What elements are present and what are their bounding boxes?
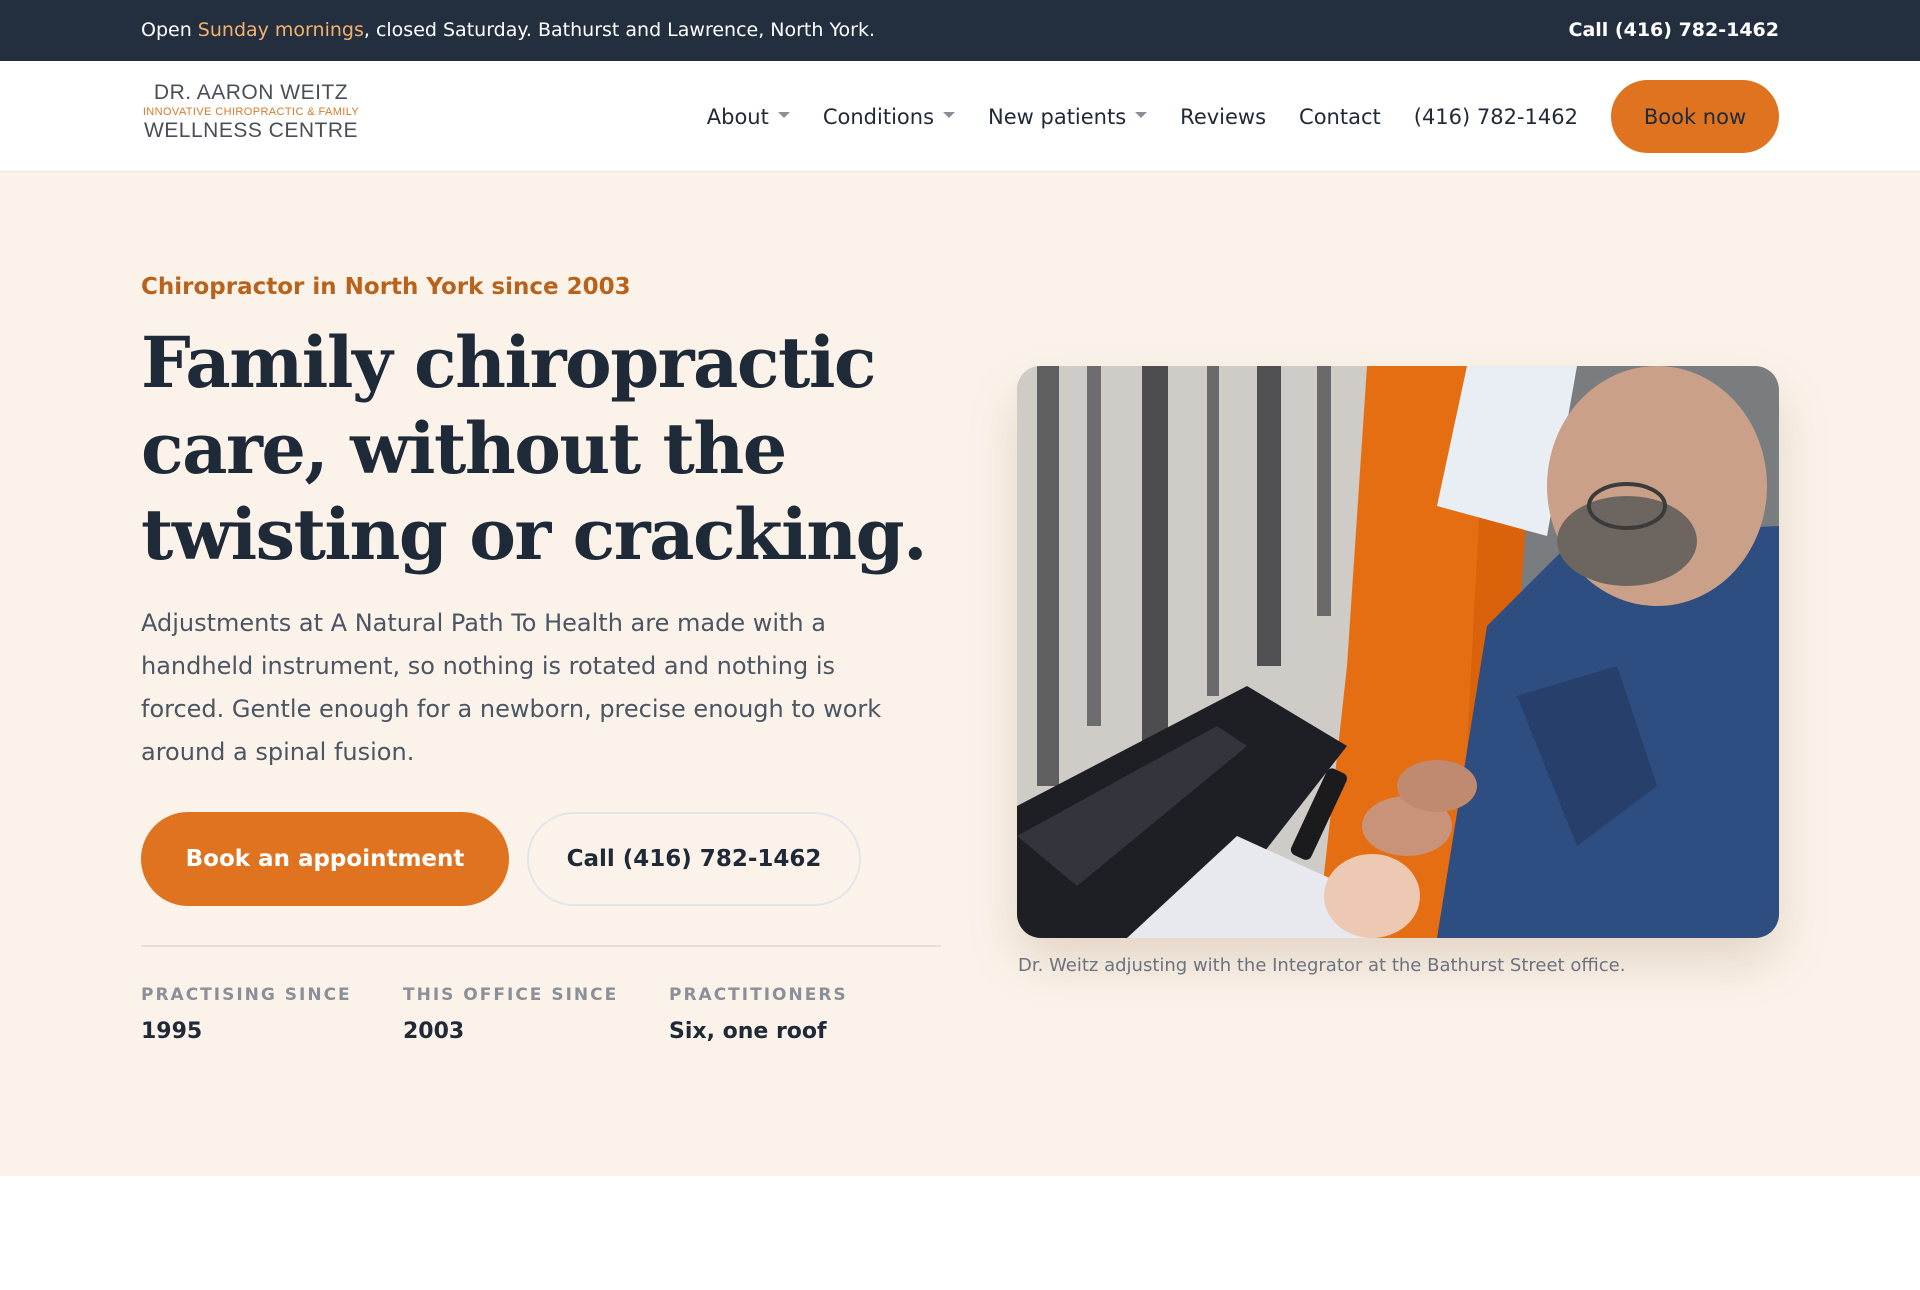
hours-notice: Open Sunday mornings, closed Saturday. B… [141, 19, 875, 41]
announcement-bar: Open Sunday mornings, closed Saturday. B… [0, 0, 1920, 61]
site-header: DR. AARON WEITZ INNOVATIVE CHIROPRACTIC … [0, 61, 1920, 172]
stat-label: THIS OFFICE SINCE [403, 985, 619, 1005]
stat-value: 1995 [141, 1019, 203, 1044]
chevron-down-icon [1135, 111, 1148, 118]
logo-subtitle: WELLNESS CENTRE [143, 119, 359, 142]
stat-value: Six, one roof [669, 1019, 827, 1044]
nav-item-new-patients[interactable]: New patients [988, 104, 1148, 129]
hero-section: Chiropractor in North York since 2003 Fa… [0, 172, 1920, 1176]
photo-caption: Dr. Weitz adjusting with the Integrator … [1018, 955, 1626, 976]
nav-item-about[interactable]: About [707, 105, 790, 129]
book-appointment-button[interactable]: Book an appointment [141, 812, 509, 906]
book-now-button[interactable]: Book now [1611, 80, 1779, 153]
stat-value: 2003 [403, 1019, 465, 1044]
stat-label: PRACTISING SINCE [141, 985, 352, 1005]
hero-lead: Adjustments at A Natural Path To Health … [141, 609, 882, 766]
stat-practitioners: PRACTITIONERS Six, one roof [669, 985, 848, 1044]
chevron-down-icon [943, 111, 956, 118]
stat-label: PRACTITIONERS [669, 985, 848, 1005]
nav-item-reviews[interactable]: Reviews [1180, 105, 1266, 129]
stat-office-since: THIS OFFICE SINCE 2003 [403, 985, 618, 1044]
stats-divider [141, 945, 941, 947]
nav-new-patients-label: New patients [988, 104, 1127, 129]
nav-item-contact[interactable]: Contact [1299, 105, 1381, 129]
hours-notice-highlight: Sunday mornings [197, 19, 364, 41]
main-nav: About Conditions New patients Reviews Co… [707, 80, 1779, 153]
logo-tagline: INNOVATIVE CHIROPRACTIC & FAMILY [142, 106, 360, 118]
topbar-call-link[interactable]: Call (416) 782-1462 [1569, 19, 1779, 41]
nav-about-label: About [706, 104, 769, 129]
call-button[interactable]: Call (416) 782-1462 [527, 812, 861, 906]
hero-photo [1017, 366, 1779, 938]
hours-notice-prefix: Open [141, 19, 198, 41]
hours-notice-suffix: , closed Saturday. Bathurst and Lawrence… [363, 19, 876, 41]
logo-name: DR. AARON WEITZ [153, 81, 349, 104]
nav-item-conditions[interactable]: Conditions [822, 104, 956, 129]
stat-practising-since: PRACTISING SINCE 1995 [141, 985, 352, 1044]
photo-illustration [1017, 366, 1779, 938]
hero-eyebrow: Chiropractor in North York since 2003 [141, 274, 631, 300]
nav-phone-link[interactable]: (416) 782-1462 [1414, 105, 1578, 129]
nav-conditions-label: Conditions [822, 104, 935, 129]
site-logo[interactable]: DR. AARON WEITZ INNOVATIVE CHIROPRACTIC … [141, 81, 361, 151]
hero-headline: Family chiropractic care, without the tw… [141, 321, 927, 576]
chevron-down-icon [777, 111, 790, 118]
